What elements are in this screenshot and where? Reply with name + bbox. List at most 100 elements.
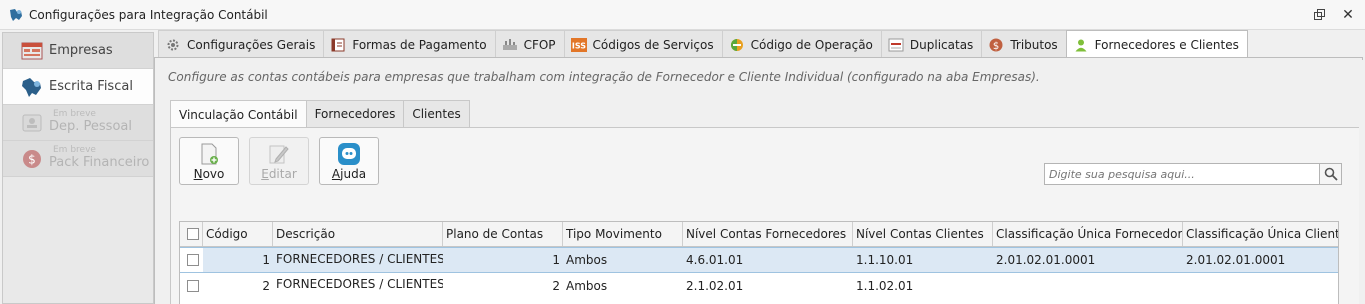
cell-codigo: 2 — [262, 278, 270, 293]
cell-tipo-numero: 2 — [552, 278, 560, 293]
help-button-label: juda — [340, 167, 367, 181]
column-header-descricao[interactable]: Descrição — [273, 222, 443, 246]
cell-tipo-movimento: Ambos — [563, 248, 683, 272]
subtab-fornecedores[interactable]: Fornecedores — [305, 100, 405, 127]
tab-duplicatas[interactable]: Duplicatas — [880, 30, 983, 58]
tab-label: Códigos de Serviços — [592, 37, 714, 52]
tab-formas-de-pagamento[interactable]: Formas de Pagamento — [323, 30, 496, 58]
search-input[interactable] — [1045, 164, 1319, 184]
search-box — [1044, 163, 1342, 185]
row-checkbox[interactable] — [187, 279, 199, 292]
row-checkbox-cell — [180, 248, 203, 272]
cell-nivel-contas-clientes: 1.1.02.01 — [856, 278, 914, 293]
cell-descricao: FORNECEDORES / CLIENTES — [276, 277, 443, 291]
select-all-checkbox-cell — [180, 222, 203, 246]
new-button-label: ovo — [202, 167, 225, 181]
nav-item-label: Pack Financeiro — [49, 155, 150, 170]
tab-tributos[interactable]: $ Tributos — [981, 30, 1067, 58]
user-icon — [1073, 37, 1089, 53]
cell-classificacao-unica-fornecedor — [993, 273, 1183, 298]
sub-tab-bar: Vinculação Contábil Fornecedores Cliente… — [170, 100, 470, 128]
edit-button-mnemonic: E — [261, 167, 269, 181]
cell-classificacao-unica-clientes: 2.01.02.01.0001 — [1183, 248, 1338, 272]
tab-label: CFOP — [523, 37, 556, 52]
cell-nivel-contas-clientes: 1.1.10.01 — [853, 248, 993, 272]
left-navigation: Empresas Escrita Fiscal Em breve Dep. Pe… — [2, 32, 154, 304]
edit-pencil-icon — [269, 145, 289, 164]
edit-button-label: ditar — [268, 167, 297, 181]
close-window-icon[interactable]: ✕ — [1341, 8, 1355, 22]
ledger-icon — [330, 37, 346, 53]
restore-window-icon[interactable] — [1313, 8, 1327, 22]
cell-codigo: 1 — [203, 248, 273, 272]
tab-label: Tributos — [1010, 37, 1058, 52]
cell-tipo-movimento: Ambos — [566, 278, 608, 293]
nav-item-empresas[interactable]: Empresas — [3, 33, 153, 69]
tab-label: Formas de Pagamento — [352, 37, 487, 52]
column-header-classificacao-unica-fornecedor[interactable]: Classificação Única Fornecedor — [993, 222, 1183, 246]
dollar-icon: $ — [988, 37, 1004, 53]
svg-text:ISS: ISS — [571, 41, 585, 50]
help-chat-icon — [338, 143, 360, 165]
dollar-coin-icon: $ — [19, 146, 45, 172]
cell-tipo-numero: 1 — [443, 248, 563, 272]
nav-item-label: Empresas — [49, 43, 113, 58]
subtab-clientes[interactable]: Clientes — [403, 100, 470, 127]
svg-text:$: $ — [993, 41, 999, 52]
nav-item-pack-financeiro: $ Em breve Pack Financeiro — [3, 141, 153, 177]
column-header-plano-de-contas[interactable]: Plano de Contas — [443, 222, 563, 246]
person-badge-icon — [19, 110, 45, 136]
table-row[interactable]: 2 FORNECEDORES / CLIENTES 2 Ambos 2.1.02… — [180, 273, 1338, 298]
search-icon[interactable] — [1319, 164, 1341, 184]
edit-button[interactable]: Editar — [249, 137, 309, 185]
select-all-checkbox[interactable] — [187, 228, 199, 240]
top-tab-bar: Configurações Gerais Formas de Pagamento… — [158, 30, 1248, 59]
nav-item-label: Escrita Fiscal — [49, 79, 133, 94]
row-checkbox[interactable] — [187, 254, 199, 266]
tab-label: Duplicatas — [909, 37, 974, 52]
help-button-mnemonic: A — [331, 167, 341, 181]
coming-soon-label: Em breve — [53, 145, 96, 155]
tab-label: Fornecedores e Clientes — [1094, 38, 1239, 52]
column-header-nivel-contas-fornecedores[interactable]: Nível Contas Fornecedores — [683, 222, 853, 246]
tab-label: Código de Operação — [750, 37, 873, 52]
document-icon — [888, 37, 904, 53]
tab-cfop[interactable]: CFOP — [494, 30, 565, 58]
help-button[interactable]: Ajuda — [319, 137, 379, 185]
main-area: Configurações Gerais Formas de Pagamento… — [154, 30, 1365, 304]
column-header-tipo-movimento[interactable]: Tipo Movimento — [563, 222, 683, 246]
svg-text:$: $ — [28, 152, 36, 166]
cell-nivel-contas-fornecedores: 2.1.02.01 — [686, 278, 744, 293]
brazil-map-icon — [19, 74, 45, 100]
column-header-codigo[interactable]: Código — [203, 222, 273, 246]
tab-codigo-de-operacao[interactable]: Código de Operação — [721, 30, 882, 58]
column-header-classificacao-unica-clientes[interactable]: Classificação Única Clientes — [1183, 222, 1338, 246]
row-checkbox-cell — [180, 273, 203, 298]
new-button-mnemonic: N — [193, 167, 203, 181]
nav-item-label: Dep. Pessoal — [49, 119, 132, 134]
grid-header-row: Código Descrição Plano de Contas Tipo Mo… — [180, 222, 1338, 247]
panel-description: Configure as contas contábeis para empre… — [168, 70, 1040, 84]
subtab-vinculacao-contabil[interactable]: Vinculação Contábil — [170, 100, 307, 128]
column-header-nivel-contas-clientes[interactable]: Nível Contas Clientes — [853, 222, 993, 246]
cfop-icon — [502, 37, 518, 53]
vertical-scrollbar[interactable] — [1359, 60, 1365, 304]
tab-label: Configurações Gerais — [187, 37, 316, 52]
nav-item-escrita-fiscal[interactable]: Escrita Fiscal — [3, 69, 153, 105]
tab-fornecedores-e-clientes[interactable]: Fornecedores e Clientes — [1065, 30, 1248, 59]
cell-classificacao-unica-clientes — [1183, 273, 1338, 298]
table-row[interactable]: 1 FORNECEDORES / CLIENTES 1 Ambos 4.6.01… — [180, 247, 1338, 273]
iss-icon: ISS — [570, 37, 587, 53]
cell-nivel-contas-fornecedores: 4.6.01.01 — [683, 248, 853, 272]
tab-configuracoes-gerais[interactable]: Configurações Gerais — [158, 30, 325, 58]
nav-item-dep-pessoal: Em breve Dep. Pessoal — [3, 105, 153, 141]
window-title: Configurações para Integração Contábil — [29, 7, 268, 22]
accounts-grid: Código Descrição Plano de Contas Tipo Mo… — [179, 221, 1339, 304]
tab-codigos-de-servicos[interactable]: ISS Códigos de Serviços — [563, 30, 723, 58]
new-button[interactable]: Novo — [179, 137, 239, 185]
tab-panel-fornecedores-e-clientes: Configure as contas contábeis para empre… — [154, 57, 1363, 304]
new-document-icon — [201, 143, 218, 165]
subpanel-vinculacao-contabil: Novo Editar Ajuda Código Descr — [170, 127, 1363, 304]
gear-icon — [165, 37, 181, 53]
coming-soon-label: Em breve — [53, 109, 96, 119]
